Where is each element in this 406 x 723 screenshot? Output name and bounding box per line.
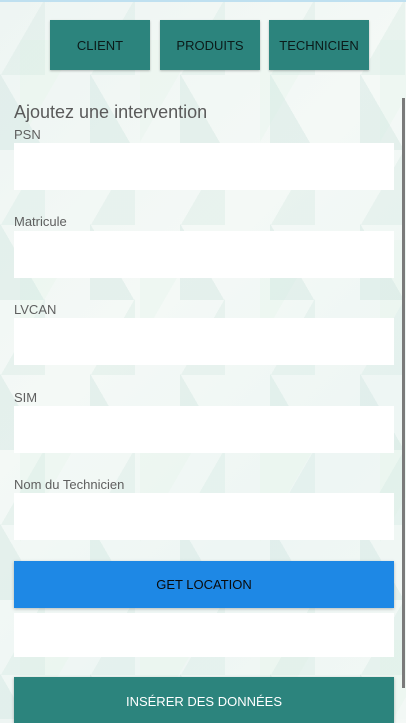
lvcan-input[interactable]	[14, 318, 394, 365]
sim-input[interactable]	[14, 406, 394, 453]
technicien-name-label: Nom du Technicien	[14, 477, 125, 492]
status-strip	[0, 0, 406, 2]
sim-label: SIM	[14, 390, 38, 405]
produits-button[interactable]: PRODUITS	[160, 20, 260, 70]
psn-input[interactable]	[14, 143, 394, 190]
location-input[interactable]	[14, 613, 394, 657]
scrollbar[interactable]	[402, 98, 405, 688]
form-heading: Ajoutez une intervention	[14, 102, 208, 122]
insert-data-label: INSÉRER DES DONNÉES	[125, 694, 283, 709]
psn-label: PSN	[14, 127, 41, 142]
lvcan-label: LVCAN	[14, 302, 57, 317]
client-button[interactable]: CLIENT	[50, 20, 150, 70]
technicien-name-input[interactable]	[14, 493, 394, 540]
insert-data-button[interactable]: INSÉRER DES DONNÉES	[14, 677, 394, 723]
technicien-button[interactable]: TECHNICIEN	[269, 20, 369, 70]
get-location-button[interactable]: GET LOCATION	[14, 561, 394, 608]
matricule-input[interactable]	[14, 231, 394, 278]
matricule-label: Matricule	[14, 214, 67, 229]
